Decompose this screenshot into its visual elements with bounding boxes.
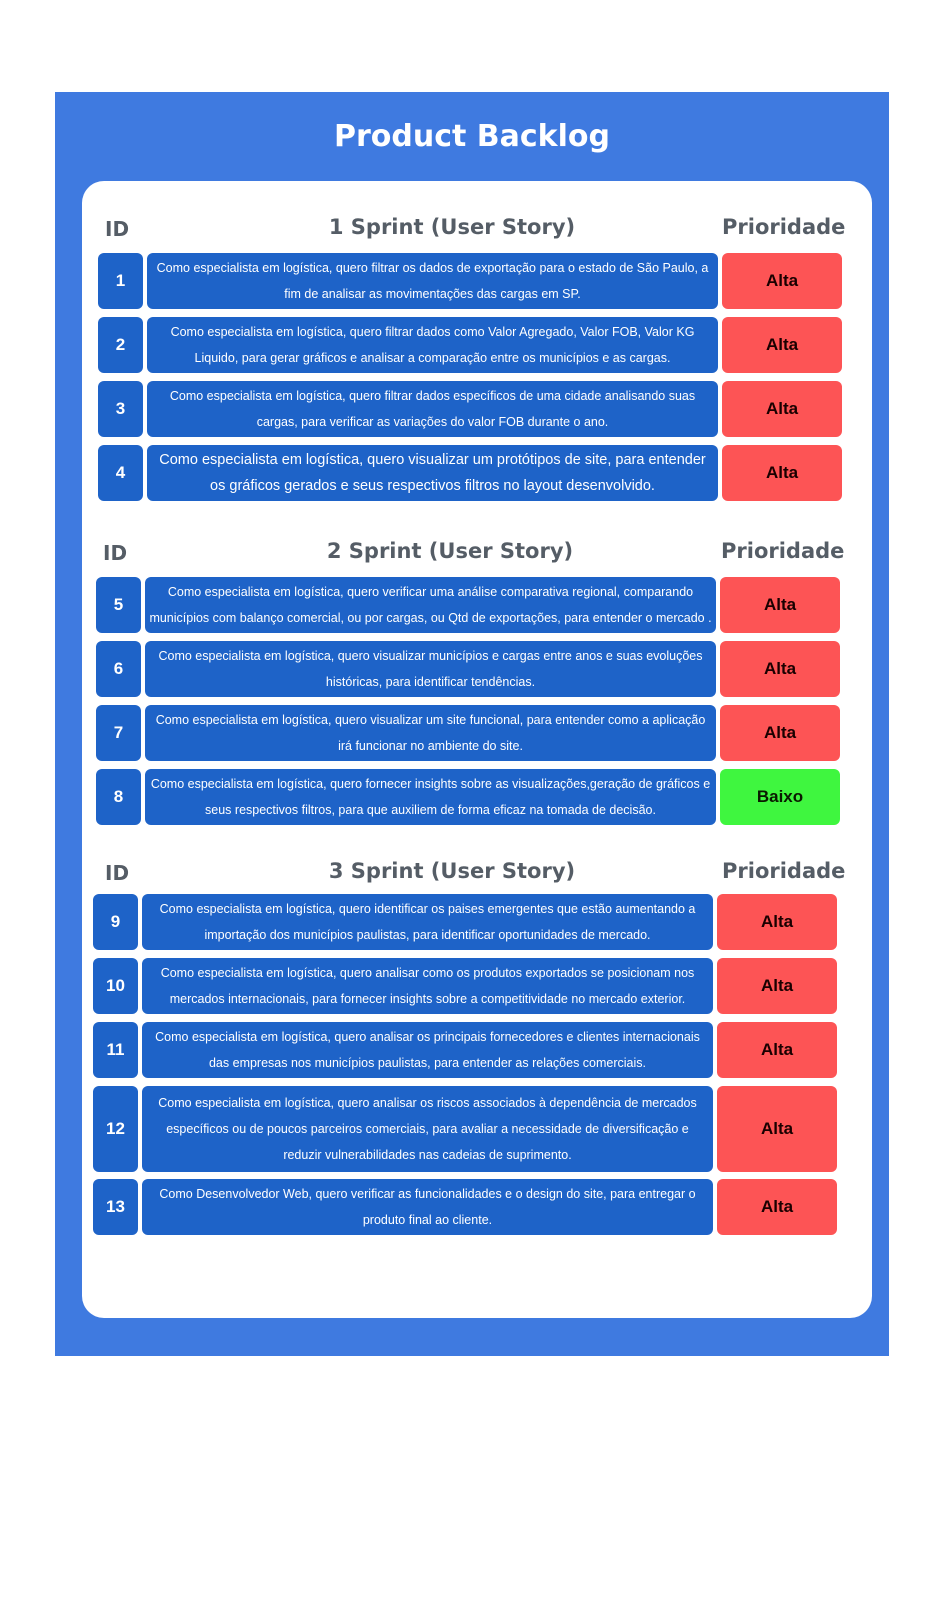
story-id: 11 xyxy=(93,1022,138,1078)
story-id: 10 xyxy=(93,958,138,1014)
user-story: Como especialista em logística, quero an… xyxy=(142,1022,713,1078)
priority-badge: Alta xyxy=(717,894,837,950)
story-id: 5 xyxy=(96,577,141,633)
story-id: 6 xyxy=(96,641,141,697)
page-title: Product Backlog xyxy=(333,119,610,154)
story-id: 9 xyxy=(93,894,138,950)
priority-badge: Alta xyxy=(722,317,842,373)
priority-badge: Alta xyxy=(722,253,842,309)
user-story: Como especialista em logística, quero fi… xyxy=(147,253,718,309)
priority-header: Prioridade xyxy=(722,215,846,239)
sprint-title: 3 Sprint (User Story) xyxy=(328,859,576,883)
story-id: 8 xyxy=(96,769,141,825)
backlog-board: Product Backlog ID 1 Sprint (User Story)… xyxy=(55,92,889,1356)
user-story: Como especialista em logística, quero ve… xyxy=(145,577,716,633)
sprint-title: 2 Sprint (User Story) xyxy=(326,539,574,563)
priority-badge: Alta xyxy=(717,1179,837,1235)
priority-badge: Alta xyxy=(720,641,840,697)
id-header: ID xyxy=(103,541,128,565)
user-story: Como especialista em logística, quero fo… xyxy=(145,769,716,825)
priority-badge: Alta xyxy=(717,958,837,1014)
id-header: ID xyxy=(105,217,130,241)
priority-badge: Baixo xyxy=(720,769,840,825)
story-id: 4 xyxy=(98,445,143,501)
story-id: 2 xyxy=(98,317,143,373)
backlog-card: ID 1 Sprint (User Story) Prioridade 1 Co… xyxy=(82,181,872,1318)
story-id: 7 xyxy=(96,705,141,761)
user-story: Como especialista em logística, quero id… xyxy=(142,894,713,950)
priority-badge: Alta xyxy=(720,705,840,761)
user-story: Como especialista em logística, quero fi… xyxy=(147,317,718,373)
priority-badge: Alta xyxy=(722,445,842,501)
story-id: 13 xyxy=(93,1179,138,1235)
story-id: 1 xyxy=(98,253,143,309)
priority-badge: Alta xyxy=(720,577,840,633)
priority-badge: Alta xyxy=(722,381,842,437)
story-id: 12 xyxy=(93,1086,138,1172)
user-story: Como especialista em logística, quero an… xyxy=(142,958,713,1014)
priority-badge: Alta xyxy=(717,1022,837,1078)
sprint-title: 1 Sprint (User Story) xyxy=(328,215,576,239)
priority-badge: Alta xyxy=(717,1086,837,1172)
priority-header: Prioridade xyxy=(722,859,846,883)
user-story: Como Desenvolvedor Web, quero verificar … xyxy=(142,1179,713,1235)
priority-header: Prioridade xyxy=(721,539,845,563)
user-story: Como especialista em logística, quero an… xyxy=(142,1086,713,1172)
user-story: Como especialista em logística, quero vi… xyxy=(147,445,718,501)
user-story: Como especialista em logística, quero vi… xyxy=(145,641,716,697)
id-header: ID xyxy=(105,861,130,885)
story-id: 3 xyxy=(98,381,143,437)
user-story: Como especialista em logística, quero vi… xyxy=(145,705,716,761)
user-story: Como especialista em logística, quero fi… xyxy=(147,381,718,437)
